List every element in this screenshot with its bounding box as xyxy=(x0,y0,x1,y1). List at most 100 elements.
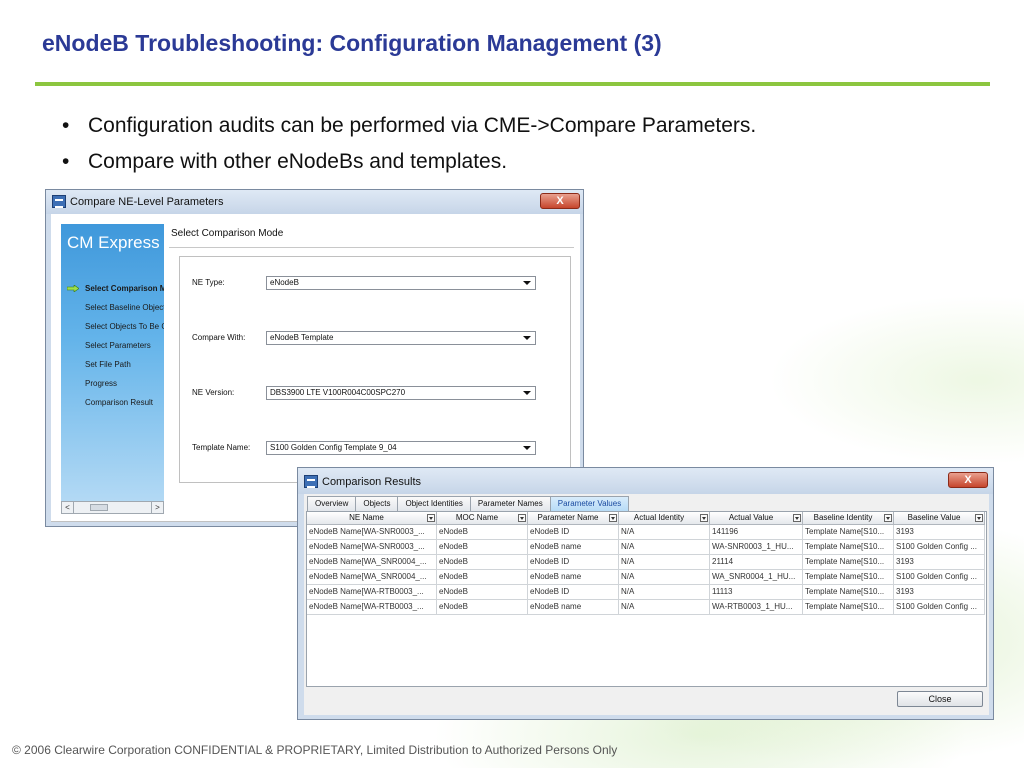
arrow-right-icon xyxy=(67,285,79,292)
table-cell: eNodeB ID xyxy=(528,555,619,570)
table-cell: eNodeB xyxy=(437,555,528,570)
filter-icon[interactable] xyxy=(793,514,801,522)
window-titlebar[interactable]: Comparison Results X xyxy=(298,468,993,494)
scroll-thumb[interactable] xyxy=(90,504,108,511)
ne-version-select[interactable]: DBS3900 LTE V100R004C00SPC270 xyxy=(266,386,536,400)
ne-type-select[interactable]: eNodeB xyxy=(266,276,536,290)
chevron-down-icon xyxy=(523,281,531,285)
template-name-select[interactable]: S100 Golden Config Template 9_04 xyxy=(266,441,536,455)
wizard-step-comparison-result[interactable]: Comparison Result xyxy=(67,393,164,412)
filter-icon[interactable] xyxy=(427,514,435,522)
compare-with-value: eNodeB Template xyxy=(270,333,334,342)
wizard-step-progress[interactable]: Progress xyxy=(67,374,164,393)
table-row[interactable]: eNodeB Name[WA-RTB0003_... eNodeB eNodeB n… xyxy=(307,600,985,615)
column-header[interactable]: Baseline Identity xyxy=(803,512,894,525)
wizard-step-select-objects-to-be-compared[interactable]: Select Objects To Be Compared xyxy=(67,317,164,336)
chevron-down-icon xyxy=(523,391,531,395)
scroll-right-button[interactable]: > xyxy=(151,502,163,513)
column-header[interactable]: Parameter Name xyxy=(528,512,619,525)
table-cell: Template Name[S10... xyxy=(803,570,894,585)
tab-objects[interactable]: Objects xyxy=(355,496,399,511)
table-cell: WA_SNR0004_1_HU... xyxy=(710,570,803,585)
table-cell: eNodeB Name[WA-RTB0003_... xyxy=(307,600,437,615)
window-titlebar[interactable]: Compare NE-Level Parameters X xyxy=(46,190,583,214)
wizard-sidebar: CM Express Select Comparison Mode Select… xyxy=(61,224,164,514)
table-row[interactable]: eNodeB Name[WA_SNR0004_... eNodeB eNodeB n… xyxy=(307,570,985,585)
window-close-button[interactable]: X xyxy=(540,193,580,209)
table-cell: 3193 xyxy=(894,585,985,600)
column-header[interactable]: Baseline Value xyxy=(894,512,985,525)
filter-icon[interactable] xyxy=(518,514,526,522)
table-cell: Template Name[S10... xyxy=(803,585,894,600)
filter-icon[interactable] xyxy=(700,514,708,522)
table-cell: eNodeB Name[WA-SNR0003_... xyxy=(307,525,437,540)
table-cell: eNodeB xyxy=(437,585,528,600)
tab-overview[interactable]: Overview xyxy=(307,496,357,511)
app-icon xyxy=(304,475,318,488)
filter-icon[interactable] xyxy=(975,514,983,522)
section-divider xyxy=(169,247,574,248)
table-row[interactable]: eNodeB Name[WA-SNR0003_... eNodeB eNodeB I… xyxy=(307,525,985,540)
wizard-step-select-parameters[interactable]: Select Parameters xyxy=(67,336,164,355)
table-cell: eNodeB Name[WA_SNR0004_... xyxy=(307,570,437,585)
sidebar-scrollbar[interactable]: < > xyxy=(61,501,164,514)
window-body: Overview Objects Object Identities Param… xyxy=(304,494,989,715)
tab-object-identities[interactable]: Object Identities xyxy=(397,496,471,511)
section-header: Select Comparison Mode xyxy=(171,228,284,239)
wizard-step-select-baseline-objects[interactable]: Select Baseline Objects xyxy=(67,298,164,317)
tab-parameter-names[interactable]: Parameter Names xyxy=(469,496,551,511)
table-row[interactable]: eNodeB Name[WA-RTB0003_... eNodeB eNodeB I… xyxy=(307,585,985,600)
ne-type-label: NE Type: xyxy=(192,278,225,287)
comparison-form: NE Type: eNodeB Compare With: eNodeB Tem… xyxy=(179,256,571,483)
column-header-label: Actual Identity xyxy=(633,513,685,522)
column-header[interactable]: Actual Value xyxy=(710,512,803,525)
title-divider xyxy=(35,82,990,86)
table-header: NE Name MOC Name Parameter Name Actual Iden… xyxy=(307,512,985,525)
bullet-item: Compare with other eNodeBs and templates… xyxy=(62,144,756,180)
tab-parameter-values[interactable]: Parameter Values xyxy=(549,496,630,511)
wizard-step-set-file-path[interactable]: Set File Path xyxy=(67,355,164,374)
wizard-steps: Select Comparison Mode Select Baseline O… xyxy=(67,279,164,412)
app-icon xyxy=(52,195,66,208)
compare-with-select[interactable]: eNodeB Template xyxy=(266,331,536,345)
column-header-label: NE Name xyxy=(349,513,384,522)
slide-title: eNodeB Troubleshooting: Configuration Ma… xyxy=(42,30,662,56)
table-body: eNodeB Name[WA-SNR0003_... eNodeB eNodeB I… xyxy=(307,525,985,615)
table-cell: eNodeB name xyxy=(528,540,619,555)
filter-icon[interactable] xyxy=(884,514,892,522)
table-cell: 141196 xyxy=(710,525,803,540)
column-header[interactable]: MOC Name xyxy=(437,512,528,525)
wizard-step-select-comparison-mode[interactable]: Select Comparison Mode xyxy=(67,279,164,298)
table-cell: 3193 xyxy=(894,555,985,570)
wizard-step-label: Select Baseline Objects xyxy=(85,303,164,312)
table-cell: eNodeB xyxy=(437,570,528,585)
table-cell: eNodeB name xyxy=(528,570,619,585)
scroll-left-button[interactable]: < xyxy=(62,502,74,513)
column-header[interactable]: NE Name xyxy=(307,512,437,525)
compare-with-label: Compare With: xyxy=(192,333,246,342)
copyright-footer: © 2006 Clearwire Corporation CONFIDENTIA… xyxy=(12,743,618,757)
results-table: NE Name MOC Name Parameter Name Actual Iden… xyxy=(306,511,987,687)
table-cell: 21114 xyxy=(710,555,803,570)
table-row[interactable]: eNodeB Name[WA_SNR0004_... eNodeB eNodeB I… xyxy=(307,555,985,570)
table-row[interactable]: eNodeB Name[WA-SNR0003_... eNodeB eNodeB n… xyxy=(307,540,985,555)
column-header-label: Baseline Identity xyxy=(813,513,873,522)
column-header-label: MOC Name xyxy=(455,513,499,522)
filter-icon[interactable] xyxy=(609,514,617,522)
table-cell: 11113 xyxy=(710,585,803,600)
brand-logo: CM Express xyxy=(67,233,160,252)
column-header[interactable]: Actual Identity xyxy=(619,512,710,525)
table-cell: N/A xyxy=(619,540,710,555)
window-close-button[interactable]: X xyxy=(948,472,988,488)
table-cell: Template Name[S10... xyxy=(803,540,894,555)
table-cell: N/A xyxy=(619,555,710,570)
close-button[interactable]: Close xyxy=(897,691,983,707)
wizard-step-label: Select Comparison Mode xyxy=(85,284,164,293)
table-cell: eNodeB name xyxy=(528,600,619,615)
wizard-step-label: Set File Path xyxy=(85,360,131,369)
table-cell: eNodeB ID xyxy=(528,585,619,600)
wizard-step-label: Select Objects To Be Compared xyxy=(85,322,164,331)
table-cell: N/A xyxy=(619,585,710,600)
wizard-step-label: Progress xyxy=(85,379,118,388)
table-cell: eNodeB Name[WA-SNR0003_... xyxy=(307,540,437,555)
